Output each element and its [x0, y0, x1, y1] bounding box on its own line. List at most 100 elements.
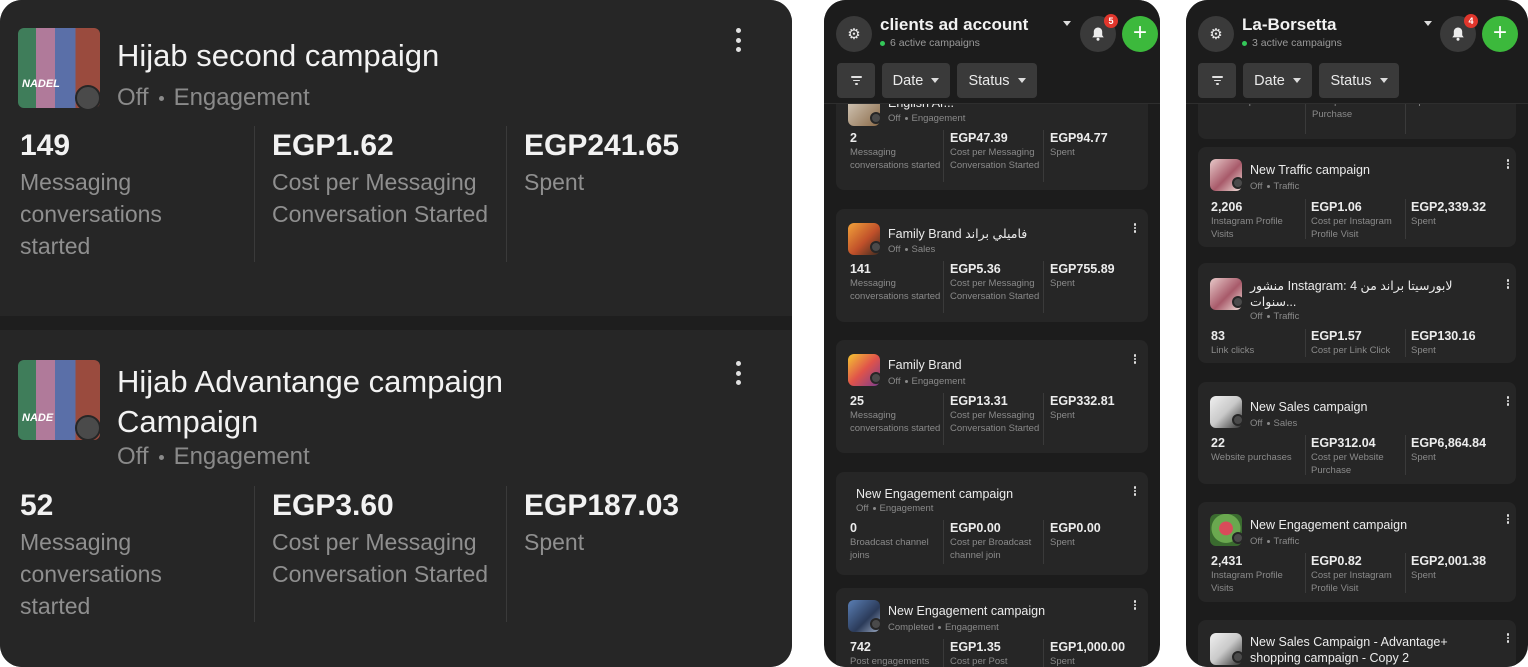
plus-icon: + — [1132, 19, 1147, 46]
more-options-icon[interactable] — [1133, 600, 1137, 610]
metric-label: Cost per Messaging Conversation Started — [950, 410, 1040, 434]
active-campaigns-count: 3 active campaigns — [1242, 37, 1342, 49]
metric-value: EGP312.04 — [1311, 436, 1376, 450]
metric-value: 22 — [1211, 436, 1225, 450]
campaign-card[interactable]: New Sales campaign Off Sales 22 Website p… — [1198, 382, 1516, 484]
status-indicator — [870, 241, 882, 253]
metric-value: EGP0.00 — [950, 521, 1001, 535]
account-switcher-chevron-icon[interactable] — [1424, 21, 1432, 26]
more-options-icon[interactable] — [1506, 279, 1510, 289]
campaign-card[interactable]: New Traffic campaign Off Traffic 2,206 In… — [1198, 147, 1516, 247]
campaign-status: Off — [888, 244, 901, 255]
campaign-card[interactable]: NADE Hijab Advantange campaign Campaign … — [0, 330, 792, 667]
metric-label: Messaging conversations started — [850, 147, 941, 171]
sort-button[interactable] — [837, 63, 875, 98]
account-name[interactable]: clients ad account — [880, 15, 1028, 35]
create-campaign-button[interactable]: + — [1122, 16, 1158, 52]
metric-label: Cost per Post — [950, 656, 1008, 667]
more-options-icon[interactable] — [1506, 633, 1510, 643]
metric-label: Messaging conversations started — [20, 529, 162, 619]
more-options-icon[interactable] — [1133, 223, 1137, 233]
campaign-objective: Traffic — [1273, 311, 1300, 322]
campaign-card[interactable]: New Engagement campaign Off Traffic 2,431… — [1198, 502, 1516, 602]
status-filter[interactable]: Status — [957, 63, 1037, 98]
active-campaigns-count: 6 active campaigns — [880, 37, 980, 49]
create-campaign-button[interactable]: + — [1482, 16, 1518, 52]
metric-cost: EGP3.60 Cost per Messaging Conversation … — [272, 488, 512, 590]
account-name[interactable]: La-Borsetta — [1242, 15, 1336, 35]
status-indicator — [870, 112, 882, 124]
metric-value: EGP1.57 — [1311, 329, 1362, 343]
settings-button[interactable]: ⚙ — [836, 16, 872, 52]
notifications-button[interactable]: 5 — [1080, 14, 1118, 52]
campaign-card[interactable]: New Engagement campaign Completed Engagem… — [836, 588, 1148, 667]
campaign-meta: Off Traffic — [1250, 181, 1299, 192]
divider — [943, 520, 944, 564]
status-filter-label: Status — [968, 72, 1010, 89]
campaign-card[interactable]: New Sales Campaign - Advantage+ shopping… — [1198, 620, 1516, 667]
metric-value: 25 — [850, 394, 864, 408]
more-options-icon[interactable] — [1506, 159, 1510, 169]
divider — [1305, 329, 1306, 357]
metric-label: Cost per Messaging Conversation Started — [272, 529, 489, 587]
metric-label: Cost per Broadcast channel join — [950, 537, 1032, 561]
status-indicator — [1232, 414, 1244, 426]
campaign-objective: Traffic — [1273, 181, 1300, 192]
metric-label: Cost per Instagram Profile Visit — [1311, 216, 1392, 240]
divider — [1305, 435, 1306, 475]
more-options-icon[interactable] — [1506, 514, 1510, 524]
metric-value: EGP47.39 — [950, 131, 1008, 145]
date-filter[interactable]: Date — [882, 63, 950, 98]
campaign-card[interactable]: New Engagement campaign Off Engagement 0 … — [836, 472, 1148, 575]
metric-value: 0 — [850, 521, 857, 535]
divider — [943, 639, 944, 667]
metric-value: EGP1,000.00 — [1050, 640, 1126, 654]
campaign-meta: Off Sales — [888, 244, 935, 255]
campaign-card[interactable]: Family Brand Off Engagement 25 Messaging … — [836, 340, 1148, 453]
metric-value: 83 — [1211, 329, 1225, 343]
more-options-icon[interactable] — [735, 361, 741, 385]
settings-button[interactable]: ⚙ — [1198, 16, 1234, 52]
date-filter[interactable]: Date — [1243, 63, 1312, 98]
more-options-icon[interactable] — [735, 28, 741, 52]
metric-value: EGP5.36 — [950, 262, 1001, 276]
campaign-status: Off — [888, 113, 901, 124]
campaign-meta: Off Engagement — [117, 442, 310, 472]
divider — [943, 261, 944, 313]
divider — [254, 486, 255, 622]
bell-icon — [1452, 27, 1464, 41]
notifications-button[interactable]: 4 — [1440, 14, 1478, 52]
metric-label: Cost per Messaging Conversation Started — [950, 278, 1040, 302]
divider — [1043, 261, 1044, 313]
divider — [506, 486, 507, 622]
divider — [1405, 553, 1406, 593]
campaign-title: Hijab second campaign — [117, 38, 440, 73]
metric-label: Spent — [1050, 147, 1075, 158]
status-indicator — [1232, 651, 1244, 663]
campaign-title-line-2: shopping campaign - Copy 2 — [1250, 651, 1410, 665]
active-campaigns-text: 6 active campaigns — [890, 37, 980, 49]
metric-label: Cost per Website Purchase — [1311, 452, 1384, 476]
campaign-title: New Sales campaign — [1250, 400, 1368, 414]
campaign-objective: Engagement — [911, 376, 966, 387]
metric-label: Spent — [1411, 570, 1436, 581]
status-filter[interactable]: Status — [1319, 63, 1399, 98]
campaign-title: Family Brand فاميلي براند — [888, 227, 1028, 241]
campaign-card[interactable]: Family Brand فاميلي براند Off Sales 141 M… — [836, 209, 1148, 322]
more-options-icon[interactable] — [1133, 486, 1137, 496]
metric-label: Spent — [1411, 216, 1436, 227]
campaign-objective: Sales — [1273, 418, 1298, 429]
campaign-title-line-2: سنوات... — [1250, 295, 1297, 309]
status-indicator — [75, 415, 101, 441]
account-switcher-chevron-icon[interactable] — [1063, 21, 1071, 26]
metric-label: Cost per Link Click — [1311, 345, 1391, 356]
metric-label: Messaging conversations started — [850, 410, 941, 434]
campaign-card[interactable]: منشور Instagram: لابورسيتا براند من 4 سن… — [1198, 263, 1516, 363]
metric-value: 2,206 — [1211, 200, 1243, 214]
more-options-icon[interactable] — [1506, 396, 1510, 406]
campaign-status: Off — [856, 503, 869, 514]
more-options-icon[interactable] — [1133, 354, 1137, 364]
campaign-objective: Sales — [911, 244, 936, 255]
campaign-card[interactable]: NADEL Hijab second campaign Off Engagemen… — [0, 0, 792, 316]
sort-button[interactable] — [1198, 63, 1236, 98]
